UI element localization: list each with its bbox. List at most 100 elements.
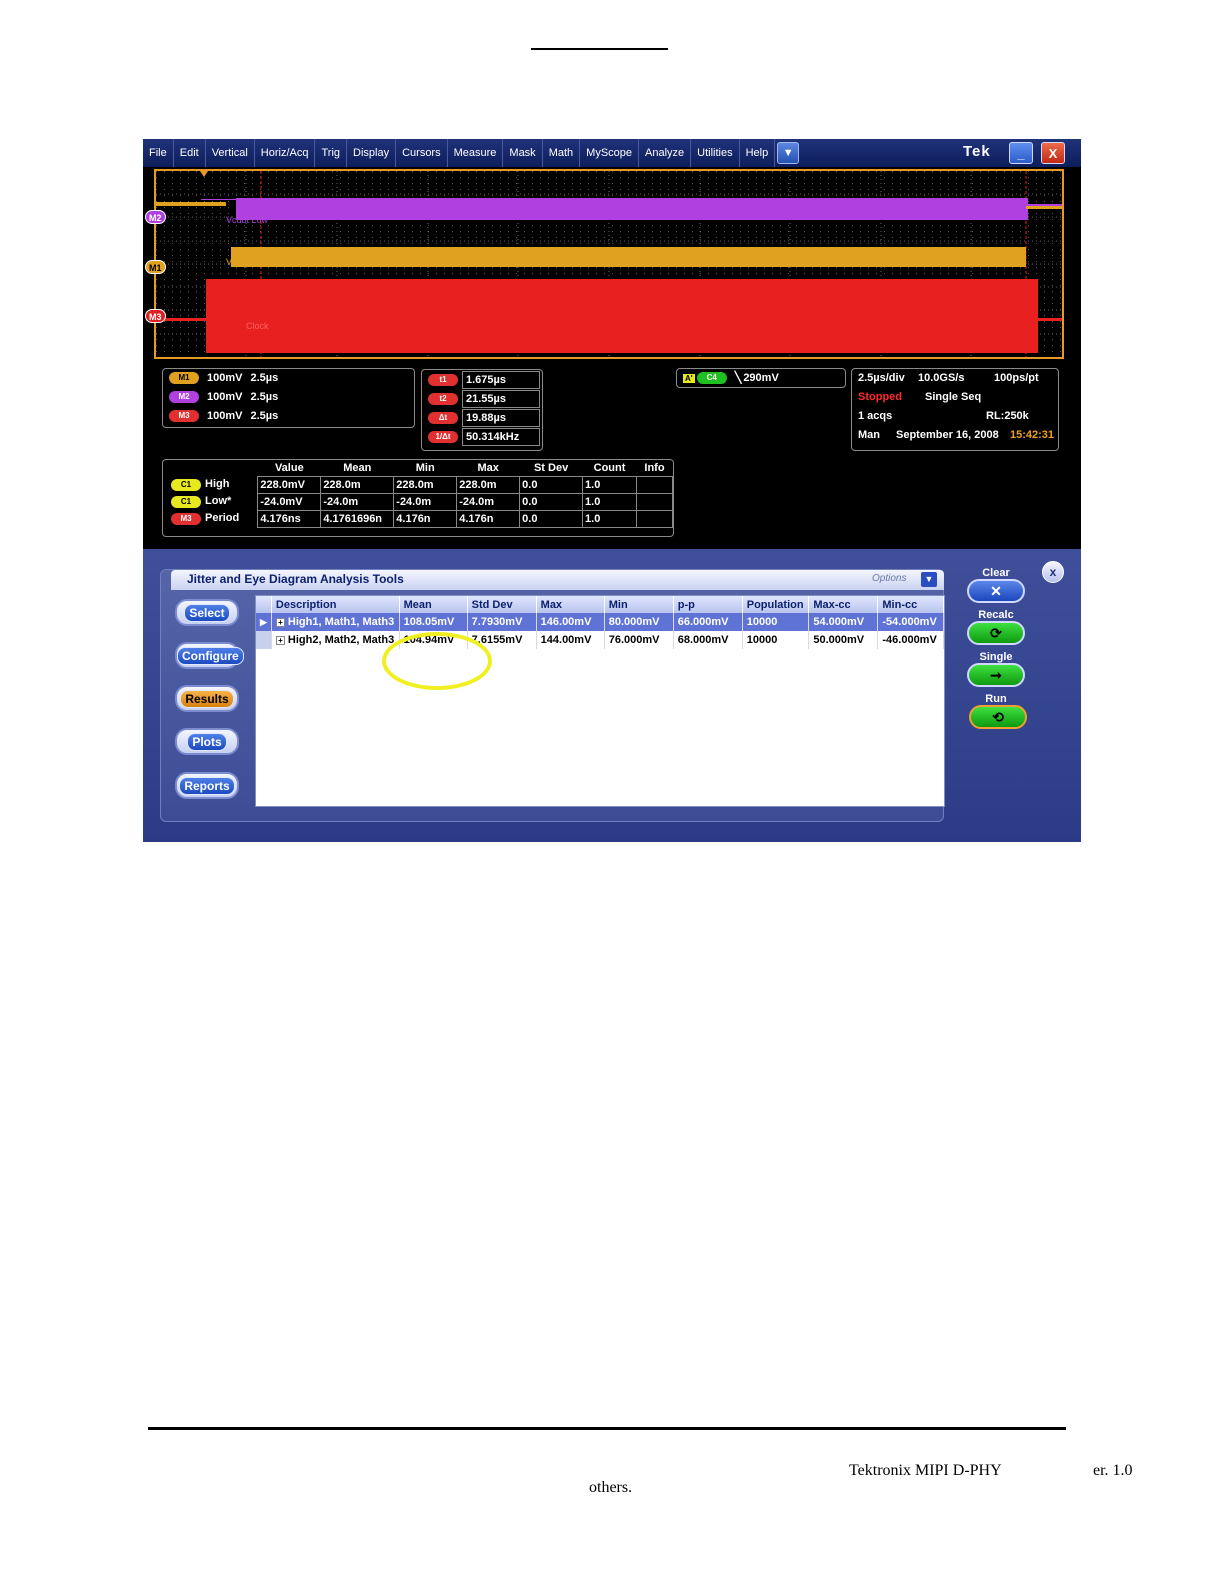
channel-time: 2.5µs xyxy=(250,410,279,422)
menu-dropdown-icon[interactable]: ▼ xyxy=(777,142,800,164)
menu-vertical[interactable]: Vertical xyxy=(206,139,255,167)
menu-file[interactable]: File xyxy=(143,139,174,167)
results-cell: 7.6155mV xyxy=(467,631,537,649)
menu-utilities[interactable]: Utilities xyxy=(691,139,740,167)
plots-button[interactable]: Plots xyxy=(175,728,239,755)
options-label[interactable]: Options xyxy=(872,573,906,584)
clear-button[interactable]: ✕ xyxy=(967,579,1025,603)
oscilloscope-screenshot: File Edit Vertical Horiz/Acq Trig Displa… xyxy=(143,139,1081,842)
channel-scale: 100mV xyxy=(207,391,243,403)
menu-help[interactable]: Help xyxy=(740,139,776,167)
footer-version: er. 1.0 xyxy=(1093,1462,1133,1479)
trigger-readout[interactable]: A' C4 ╲ 290mV xyxy=(676,368,846,388)
m3-badge: M3 xyxy=(171,512,201,525)
meas-row: C1 Low* -24.0mV -24.0m -24.0m -24.0m 0.0 … xyxy=(163,492,674,511)
panel-close-button[interactable]: x xyxy=(1042,561,1064,583)
results-grid[interactable]: Description Mean Std Dev Max Min p-p Pop… xyxy=(255,595,945,807)
channel-readout[interactable]: M1 100mV 2.5µs M2 100mV 2.5µs M3 100mV 2.5µs xyxy=(162,368,415,428)
meas-cell: -24.0mV xyxy=(257,492,322,511)
reports-button[interactable]: Reports xyxy=(175,772,239,799)
recalc-button[interactable]: ⟳ xyxy=(967,621,1025,645)
analysis-panel: Jitter and Eye Diagram Analysis Tools Op… xyxy=(143,549,1081,842)
m1-trace xyxy=(1026,206,1062,209)
results-row[interactable]: + High2, Math2, Math3 104.94mV 7.6155mV 1… xyxy=(256,631,944,649)
menu-horiz-acq[interactable]: Horiz/Acq xyxy=(255,139,316,167)
meas-row: M3 Period 4.176ns 4.1761696n 4.176n 4.176… xyxy=(163,509,674,528)
results-col-header[interactable]: Min xyxy=(604,596,674,613)
run-loop-icon: ⟲ xyxy=(992,709,1004,725)
meas-col-header: St Dev xyxy=(533,461,569,474)
meas-cell: 228.0m xyxy=(320,475,395,494)
results-row[interactable]: ▶ + High1, Math1, Math3 108.05mV 7.7930mV… xyxy=(256,613,944,631)
results-col-header[interactable]: Mean xyxy=(399,596,468,613)
timebase-readout[interactable]: 2.5µs/div 10.0GS/s 100ps/pt Stopped Single … xyxy=(851,368,1059,451)
m1-marker[interactable]: M1 xyxy=(145,260,166,274)
minimize-button[interactable]: _ xyxy=(1009,142,1033,164)
cursor-delta-value: 19.88µs xyxy=(462,408,540,427)
channel-time: 2.5µs xyxy=(250,391,279,403)
close-window-button[interactable]: X xyxy=(1041,142,1065,164)
waveform-display[interactable]: Vcdbt Low Vcdbt High Clock xyxy=(154,169,1064,359)
results-col-header[interactable]: Population xyxy=(742,596,810,613)
menu-analyze[interactable]: Analyze xyxy=(639,139,692,167)
resolution: 100ps/pt xyxy=(994,372,1039,384)
results-col-header[interactable]: p-p xyxy=(673,596,743,613)
menu-cursors[interactable]: Cursors xyxy=(396,139,448,167)
meas-col-header: Value xyxy=(274,461,304,474)
results-col-header[interactable]: Description xyxy=(271,596,400,613)
waveform-graphic xyxy=(156,171,1062,357)
m3-marker[interactable]: M3 xyxy=(145,309,166,323)
results-cell: 80.000mV xyxy=(604,613,674,631)
m2-marker[interactable]: M2 xyxy=(145,210,166,224)
results-cell: 66.000mV xyxy=(673,613,743,631)
results-cell: 76.000mV xyxy=(604,631,674,649)
results-button[interactable]: Results xyxy=(175,685,239,712)
select-button[interactable]: Select xyxy=(175,599,239,626)
results-col-header[interactable]: Std Dev xyxy=(467,596,537,613)
channel-row: M2 100mV 2.5µs xyxy=(163,388,414,407)
results-col-header[interactable]: Max-cc xyxy=(808,596,879,613)
expand-icon[interactable]: + xyxy=(275,636,285,645)
run-button[interactable]: ⟲ xyxy=(969,705,1027,729)
trigger-channel-badge: C4 xyxy=(696,372,727,385)
meas-cell: 4.176n xyxy=(393,509,458,528)
menu-math[interactable]: Math xyxy=(543,139,581,167)
m2-label: Vcdbt Low xyxy=(226,215,269,225)
row-gutter xyxy=(256,631,272,649)
cursor-freq-badge: 1/Δt xyxy=(428,430,458,443)
recalc-label: Recalc xyxy=(978,609,1014,621)
expand-icon[interactable]: + xyxy=(275,618,285,627)
meas-col-header: Info xyxy=(644,461,665,474)
cursor-readout[interactable]: t1 1.675µs t2 21.55µs Δt 19.88µs 1/Δt 50.314… xyxy=(421,369,543,451)
menu-mask[interactable]: Mask xyxy=(503,139,543,167)
results-col-header[interactable]: Max xyxy=(536,596,605,613)
meas-cell: 4.1761696n xyxy=(320,509,395,528)
meas-label: High xyxy=(205,478,230,491)
results-cell: -46.000mV xyxy=(877,631,944,649)
options-dropdown-icon[interactable]: ▼ xyxy=(921,572,937,587)
plots-label: Plots xyxy=(187,733,227,751)
meas-cell: 0.0 xyxy=(519,475,584,494)
analysis-title: Jitter and Eye Diagram Analysis Tools xyxy=(187,572,404,586)
configure-label: Configure xyxy=(177,647,244,665)
acq-count: 1 acqs xyxy=(858,410,893,422)
meas-label: Period xyxy=(205,512,240,525)
menu-measure[interactable]: Measure xyxy=(448,139,504,167)
configure-button[interactable]: Configure xyxy=(175,642,244,669)
menu-myscope[interactable]: MyScope xyxy=(580,139,640,167)
meas-cell: 228.0m xyxy=(393,475,458,494)
menu-trig[interactable]: Trig xyxy=(315,139,348,167)
meas-cell xyxy=(635,509,674,528)
channel-scale: 100mV xyxy=(207,372,243,384)
results-col-header[interactable]: Min-cc xyxy=(877,596,944,613)
run-label: Run xyxy=(985,693,1007,705)
recalc-icon: ⟳ xyxy=(990,625,1002,641)
results-cell: 104.94mV xyxy=(399,631,468,649)
channel-row: M3 100mV 2.5µs xyxy=(163,407,414,426)
menu-edit[interactable]: Edit xyxy=(174,139,206,167)
menu-display[interactable]: Display xyxy=(347,139,397,167)
measurement-readout[interactable]: Value Mean Min Max St Dev Count Info C1 H… xyxy=(162,459,674,537)
m1-trace xyxy=(156,202,226,206)
single-button[interactable]: ➞ xyxy=(967,663,1025,687)
meas-cell xyxy=(635,475,674,494)
